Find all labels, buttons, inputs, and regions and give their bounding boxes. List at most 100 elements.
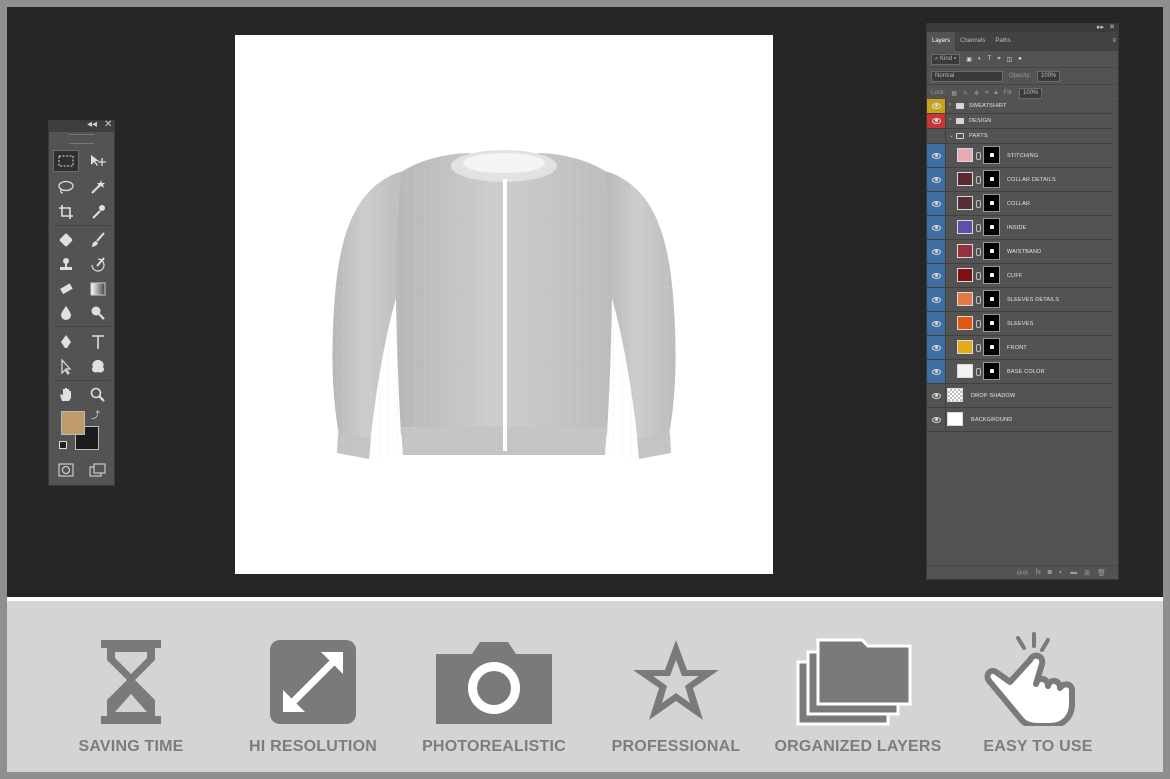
mask-link-icon[interactable]: [976, 320, 981, 328]
history-brush-tool[interactable]: [85, 254, 111, 276]
trash-icon[interactable]: 🗑︎: [1097, 569, 1106, 577]
link-layers-icon[interactable]: ⊖⊖: [1017, 569, 1029, 577]
layer-row[interactable]: BACKGROUND: [927, 408, 1113, 432]
layer-row[interactable]: › SWEATSHIRT: [927, 99, 1113, 114]
mask-link-icon[interactable]: [976, 152, 981, 160]
document-canvas[interactable]: [235, 35, 773, 574]
visibility-toggle[interactable]: [927, 408, 946, 431]
mask-link-icon[interactable]: [976, 296, 981, 304]
blend-mode-select[interactable]: Normal: [931, 70, 1003, 82]
zoom-tool[interactable]: [85, 384, 111, 406]
layer-row[interactable]: COLLAR: [927, 192, 1113, 216]
close-icon[interactable]: ✕: [104, 119, 112, 130]
layer-mask-thumbnail[interactable]: [983, 218, 1000, 236]
layer-row[interactable]: SLEEVES DETAILS: [927, 288, 1113, 312]
blur-tool[interactable]: [53, 302, 79, 324]
layer-row[interactable]: WAISTBAND: [927, 240, 1113, 264]
screen-mode-button[interactable]: [85, 459, 111, 481]
visibility-toggle[interactable]: [927, 144, 946, 167]
dodge-tool[interactable]: [85, 302, 111, 324]
marquee-tool[interactable]: [53, 150, 79, 172]
lock-all-icon[interactable]: 🔒︎: [994, 90, 997, 97]
visibility-toggle[interactable]: [927, 99, 946, 113]
layer-row[interactable]: DROP SHADOW: [927, 384, 1113, 408]
visibility-toggle[interactable]: [927, 384, 946, 407]
layer-row[interactable]: INSIDE: [927, 216, 1113, 240]
collapse-icon[interactable]: ◂◂: [87, 119, 97, 130]
quick-mask-button[interactable]: [53, 459, 79, 481]
mask-link-icon[interactable]: [976, 368, 981, 376]
layer-mask-thumbnail[interactable]: [983, 338, 1000, 356]
eraser-tool[interactable]: [53, 278, 79, 300]
filter-toggle-icon[interactable]: ●: [1018, 56, 1022, 62]
layer-mask-thumbnail[interactable]: [983, 290, 1000, 308]
fx-icon[interactable]: fx: [1035, 569, 1040, 576]
mask-link-icon[interactable]: [976, 200, 981, 208]
filter-smart-icon[interactable]: ◫: [1007, 56, 1013, 63]
layer-row[interactable]: BASE COLOR: [927, 360, 1113, 384]
visibility-toggle[interactable]: [927, 114, 946, 128]
close-icon[interactable]: ✕: [1109, 23, 1115, 31]
mask-link-icon[interactable]: [976, 344, 981, 352]
filter-adjust-icon[interactable]: ◐: [978, 56, 982, 62]
lock-transparent-icon[interactable]: ▦: [951, 90, 957, 97]
eyedropper-tool[interactable]: [85, 201, 111, 223]
layer-mask-thumbnail[interactable]: [983, 194, 1000, 212]
layer-row[interactable]: FRONT: [927, 336, 1113, 360]
visibility-toggle[interactable]: [927, 216, 946, 239]
mask-link-icon[interactable]: [976, 248, 981, 256]
add-mask-icon[interactable]: ◙: [1048, 569, 1052, 576]
pen-tool[interactable]: [53, 331, 79, 353]
lock-artboard-icon[interactable]: ⌗: [985, 90, 988, 97]
default-colors-icon[interactable]: [59, 441, 67, 449]
lock-position-icon[interactable]: ✥: [974, 90, 979, 97]
layer-mask-thumbnail[interactable]: [983, 314, 1000, 332]
filter-type-icon[interactable]: T: [988, 56, 992, 62]
lasso-tool[interactable]: [53, 176, 79, 198]
tab-channels[interactable]: Channels: [955, 32, 990, 51]
visibility-toggle[interactable]: [927, 192, 946, 215]
mask-link-icon[interactable]: [976, 272, 981, 280]
visibility-toggle[interactable]: [927, 240, 946, 263]
new-group-icon[interactable]: ▬: [1070, 569, 1077, 576]
gradient-tool[interactable]: [85, 278, 111, 300]
panel-grip[interactable]: [69, 134, 94, 144]
filter-pixel-icon[interactable]: ▣: [966, 56, 972, 63]
move-tool[interactable]: [85, 150, 111, 172]
swap-colors-icon[interactable]: ⤴: [91, 408, 100, 421]
fill-field[interactable]: 100%: [1019, 87, 1043, 99]
lock-image-icon[interactable]: ✎: [963, 90, 968, 97]
panel-menu-icon[interactable]: ≡: [1107, 32, 1118, 51]
mask-link-icon[interactable]: [976, 176, 981, 184]
layer-row[interactable]: ⌄ PARTS: [927, 129, 1113, 144]
magic-wand-tool[interactable]: [85, 176, 111, 198]
type-tool[interactable]: [85, 331, 111, 353]
hand-tool[interactable]: [53, 384, 79, 406]
crop-tool[interactable]: [53, 201, 79, 223]
adjustment-layer-icon[interactable]: ◐: [1059, 569, 1063, 576]
mask-link-icon[interactable]: [976, 224, 981, 232]
visibility-toggle[interactable]: [927, 312, 946, 335]
layer-row[interactable]: STITCHING: [927, 144, 1113, 168]
layer-mask-thumbnail[interactable]: [983, 170, 1000, 188]
stamp-tool[interactable]: [53, 254, 79, 276]
chevron-down-icon[interactable]: ⌄: [949, 132, 954, 139]
brush-tool[interactable]: [85, 229, 111, 251]
opacity-field[interactable]: 100%: [1037, 70, 1061, 82]
visibility-toggle[interactable]: [927, 129, 946, 143]
layer-row[interactable]: › DESIGN: [927, 114, 1113, 129]
filter-shape-icon[interactable]: ⌗: [997, 56, 1000, 63]
path-selection-tool[interactable]: [53, 356, 79, 378]
collapse-icon[interactable]: ▸▸: [1097, 23, 1104, 31]
tab-layers[interactable]: Layers: [927, 32, 956, 51]
layer-mask-thumbnail[interactable]: [983, 266, 1000, 284]
tab-paths[interactable]: Paths: [990, 32, 1015, 51]
layers-panel-titlebar[interactable]: ▸▸ ✕: [927, 24, 1118, 32]
layer-mask-thumbnail[interactable]: [983, 362, 1000, 380]
tools-panel-header[interactable]: ◂◂ ✕: [49, 119, 114, 132]
foreground-color-swatch[interactable]: [61, 411, 85, 435]
visibility-toggle[interactable]: [927, 264, 946, 287]
layer-row[interactable]: CUFF: [927, 264, 1113, 288]
shape-tool[interactable]: [85, 356, 111, 378]
visibility-toggle[interactable]: [927, 360, 946, 383]
